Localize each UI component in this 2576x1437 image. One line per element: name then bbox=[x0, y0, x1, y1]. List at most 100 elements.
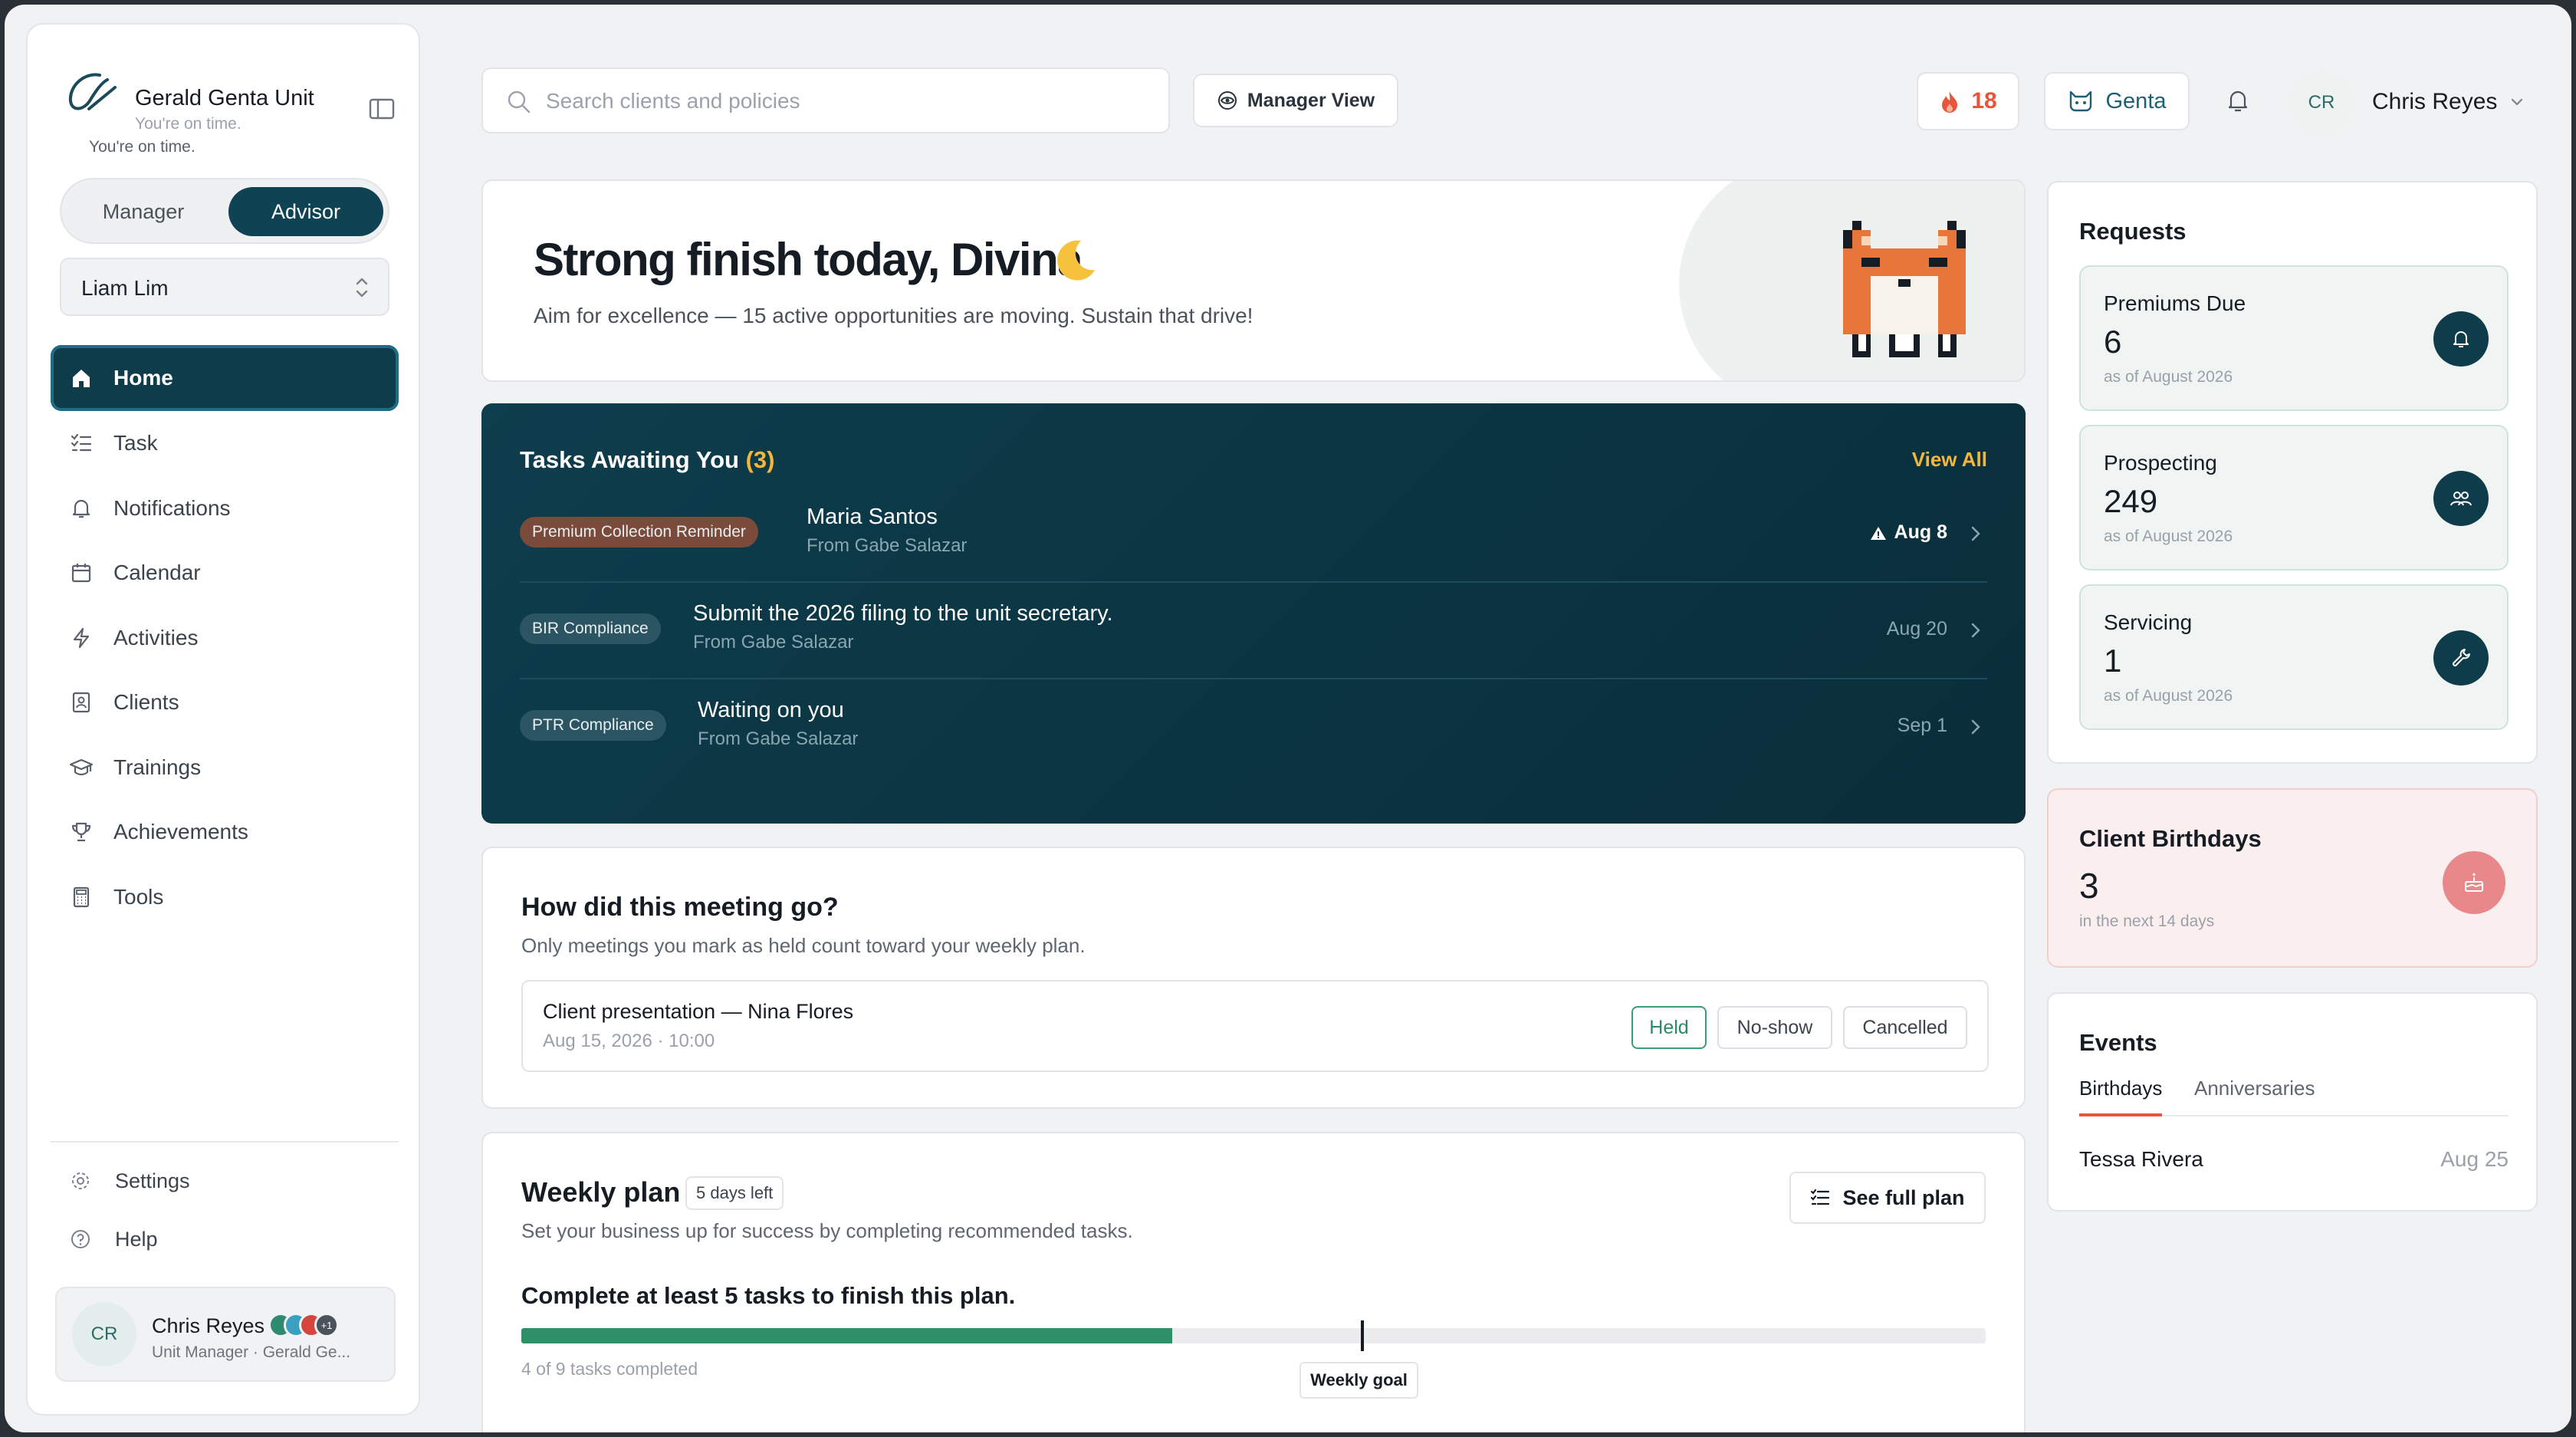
graduation-cap-icon bbox=[69, 755, 94, 780]
task-tag: PTR Compliance bbox=[520, 710, 666, 741]
tasks-title: Tasks Awaiting You (3) bbox=[520, 446, 774, 474]
request-card-premiums-due[interactable]: Premiums Due 6 as of August 2026 bbox=[2079, 265, 2509, 411]
tasks-count: (3) bbox=[745, 446, 775, 473]
notification-bell-icon[interactable] bbox=[2225, 87, 2251, 115]
days-left-badge: 5 days left bbox=[685, 1176, 784, 1210]
role-manager-option[interactable]: Manager bbox=[66, 187, 221, 236]
manager-view-button[interactable]: Manager View bbox=[1193, 74, 1398, 127]
nav-item-notifications[interactable]: Notifications bbox=[51, 476, 399, 541]
request-as-of: as of August 2026 bbox=[2104, 368, 2233, 386]
main-nav: Home Task Notifications Calendar Activit… bbox=[51, 345, 399, 929]
task-tag: BIR Compliance bbox=[520, 613, 661, 644]
gear-icon bbox=[69, 1169, 92, 1192]
nav-item-tools[interactable]: Tools bbox=[51, 865, 399, 930]
user-name: Chris Reyes bbox=[152, 1314, 265, 1337]
user-badges: +1 bbox=[268, 1313, 353, 1337]
settings-link[interactable]: Settings bbox=[69, 1158, 190, 1204]
search-bar bbox=[481, 67, 1170, 133]
chevron-up-down-icon bbox=[356, 278, 368, 298]
no-show-button[interactable]: No-show bbox=[1717, 1006, 1832, 1049]
app-window: Gerald Genta Unit You're on time. You're… bbox=[5, 5, 2571, 1432]
search-icon bbox=[508, 90, 531, 113]
bell-icon bbox=[69, 496, 94, 521]
tasks-panel: Tasks Awaiting You (3) View All Premium … bbox=[481, 403, 2026, 824]
brand-name: Gerald Genta Unit bbox=[135, 86, 314, 110]
view-all-tasks-link[interactable]: View All bbox=[1912, 448, 1987, 472]
request-label: Premiums Due bbox=[2104, 291, 2246, 315]
advisor-select[interactable]: Liam Lim bbox=[60, 258, 389, 316]
nav-item-clients[interactable]: Clients bbox=[51, 670, 399, 735]
chevron-right-icon bbox=[1971, 623, 1980, 638]
weekly-plan-title: Weekly plan bbox=[521, 1176, 681, 1208]
event-name: Tessa Rivera bbox=[2079, 1147, 2203, 1171]
nav-item-trainings[interactable]: Trainings bbox=[51, 735, 399, 801]
request-card-prospecting[interactable]: Prospecting 249 as of August 2026 bbox=[2079, 425, 2509, 571]
request-value: 249 bbox=[2104, 483, 2158, 519]
see-full-plan-button[interactable]: See full plan bbox=[1789, 1172, 1986, 1224]
cancelled-button[interactable]: Cancelled bbox=[1843, 1006, 1967, 1049]
tab-birthdays[interactable]: Birthdays bbox=[2079, 1077, 2163, 1116]
event-row[interactable]: Tessa Rivera Aug 25 bbox=[2079, 1144, 2509, 1175]
nav-item-activities[interactable]: Activities bbox=[51, 606, 399, 671]
checklist-icon bbox=[69, 431, 94, 455]
pet-button[interactable]: Genta bbox=[2044, 72, 2190, 130]
nav-item-label: Calendar bbox=[113, 561, 201, 585]
user-name: Chris Reyes bbox=[2372, 89, 2498, 114]
nav-item-label: Notifications bbox=[113, 495, 231, 520]
requests-title: Requests bbox=[2079, 218, 2187, 245]
events-tabs: Birthdays Anniversaries bbox=[2079, 1077, 2509, 1116]
brand: Gerald Genta Unit You're on time. You're… bbox=[61, 64, 395, 156]
task-row[interactable]: BIR Compliance Submit the 2026 filing to… bbox=[520, 583, 1987, 679]
tab-anniversaries[interactable]: Anniversaries bbox=[2194, 1077, 2315, 1116]
task-from: From Gabe Salazar bbox=[698, 728, 859, 749]
list-check-icon bbox=[1811, 1189, 1830, 1205]
progress-fill bbox=[521, 1328, 1172, 1343]
role-advisor-option[interactable]: Advisor bbox=[228, 187, 383, 236]
nav-item-home[interactable]: Home bbox=[51, 345, 399, 411]
eye-icon bbox=[1217, 91, 1237, 110]
meeting-subtitle: Only meetings you mark as held count tow… bbox=[521, 934, 1086, 957]
task-due-date: Aug 20 bbox=[1886, 618, 1947, 640]
task-row[interactable]: Premium Collection Reminder Maria Santos… bbox=[520, 486, 1987, 583]
meeting-feedback-card: How did this meeting go? Only meetings y… bbox=[481, 847, 2026, 1109]
trophy-icon bbox=[69, 820, 94, 844]
request-as-of: as of August 2026 bbox=[2104, 528, 2233, 545]
nav-item-achievements[interactable]: Achievements bbox=[51, 800, 399, 865]
nav-item-label: Home bbox=[113, 366, 173, 390]
see-full-plan-label: See full plan bbox=[1842, 1185, 1965, 1209]
pet-face-icon bbox=[2069, 90, 2091, 112]
nav-item-task[interactable]: Task bbox=[51, 411, 399, 476]
nav-item-calendar[interactable]: Calendar bbox=[51, 541, 399, 606]
weekly-plan-subtitle: Set your business up for success by comp… bbox=[521, 1219, 1133, 1242]
calculator-icon bbox=[69, 885, 94, 909]
badge-more-count: +1 bbox=[314, 1313, 339, 1337]
nav-item-label: Clients bbox=[113, 690, 179, 715]
flame-icon bbox=[1942, 91, 1958, 113]
streak-counter[interactable]: 18 bbox=[1917, 72, 2019, 130]
sidebar-user-card[interactable]: CR Chris Reyes +1 Unit Manager · Gerald … bbox=[55, 1287, 396, 1382]
meeting-item-time: Aug 15, 2026 · 10:00 bbox=[543, 1031, 715, 1051]
tasks-title-text: Tasks Awaiting You bbox=[520, 446, 739, 473]
avatar: CR bbox=[2289, 71, 2354, 135]
hero-title: Strong finish today, Divina bbox=[534, 234, 1083, 285]
task-title: Maria Santos bbox=[807, 505, 938, 529]
sidebar-collapse-icon[interactable] bbox=[368, 95, 396, 123]
task-row[interactable]: PTR Compliance Waiting on you From Gabe … bbox=[520, 679, 1987, 776]
client-birthdays-card[interactable]: Client Birthdays 3 in the next 14 days bbox=[2047, 788, 2538, 968]
help-link[interactable]: Help bbox=[69, 1216, 158, 1262]
task-due-date: Sep 1 bbox=[1897, 715, 1947, 736]
sidebar: Gerald Genta Unit You're on time. You're… bbox=[26, 23, 420, 1416]
progress-count-text: 4 of 9 tasks completed bbox=[521, 1359, 698, 1379]
user-menu[interactable]: CR Chris Reyes bbox=[2289, 67, 2535, 136]
search-input[interactable] bbox=[546, 83, 1144, 120]
held-button[interactable]: Held bbox=[1631, 1006, 1707, 1049]
weekly-goal-marker bbox=[1361, 1320, 1365, 1351]
manager-view-label: Manager View bbox=[1247, 89, 1375, 111]
hero-subtitle: Aim for excellence — 15 active opportuni… bbox=[534, 304, 1254, 327]
nav-item-label: Activities bbox=[113, 625, 199, 649]
nav-item-label: Trainings bbox=[113, 755, 202, 779]
task-from: From Gabe Salazar bbox=[693, 632, 854, 653]
request-value: 6 bbox=[2104, 324, 2122, 360]
request-card-servicing[interactable]: Servicing 1 as of August 2026 bbox=[2079, 584, 2509, 730]
fox-mascot-icon bbox=[1843, 221, 1966, 357]
